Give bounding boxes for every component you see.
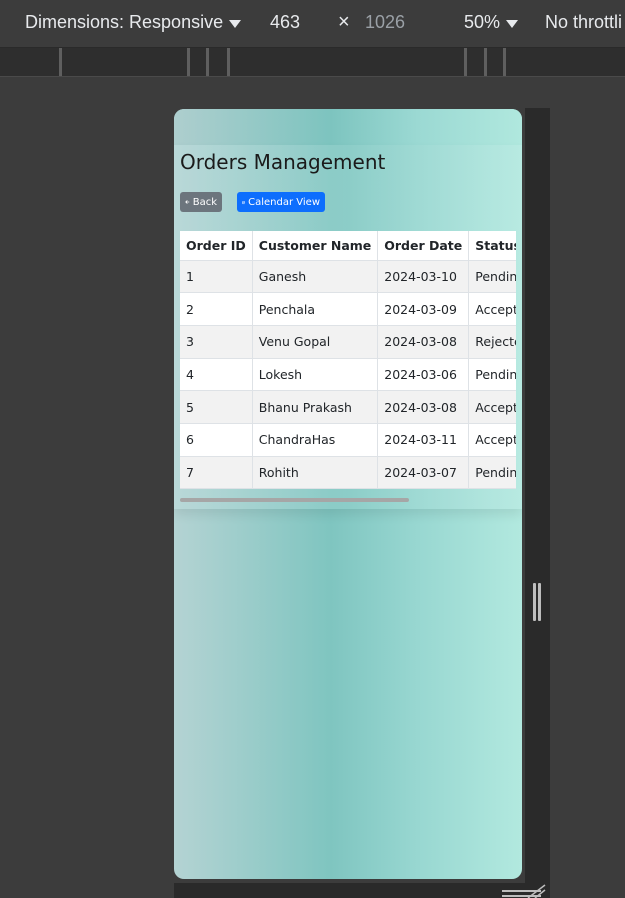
- dimensions-label: Dimensions: Responsive: [25, 12, 224, 32]
- media-query-marker[interactable]: [464, 48, 467, 76]
- cell-customer-name: Lokesh: [252, 358, 379, 392]
- cell-order-date: 2024-03-07: [377, 456, 470, 489]
- cell-status: Accepted: [468, 390, 516, 424]
- orders-table: Order ID Customer Name Order Date Status…: [180, 231, 516, 489]
- table-header-row: Order ID Customer Name Order Date Status: [180, 231, 516, 261]
- cell-status: Rejected: [468, 325, 516, 359]
- cell-order-id: 1: [180, 260, 253, 294]
- media-query-marker[interactable]: [206, 48, 209, 76]
- height-input[interactable]: 1026: [365, 12, 405, 33]
- table-row: 7 Rohith 2024-03-07 Pending: [180, 456, 516, 489]
- cell-status: Accepted: [468, 292, 516, 326]
- resize-corner-icon[interactable]: [524, 883, 546, 898]
- cell-order-id: 4: [180, 358, 253, 392]
- cell-customer-name: Penchala: [252, 292, 379, 326]
- table-row: 4 Lokesh 2024-03-06 Pending: [180, 358, 516, 392]
- header-order-id: Order ID: [180, 231, 253, 261]
- media-query-marker[interactable]: [484, 48, 487, 76]
- cell-customer-name: Bhanu Prakash: [252, 390, 379, 424]
- cell-status: Pending: [468, 358, 516, 392]
- dropdown-arrow-icon: [506, 19, 519, 28]
- cell-order-date: 2024-03-06: [377, 358, 470, 392]
- cell-status: Accepted: [468, 423, 516, 457]
- devtools-device-toolbar: Dimensions: Responsive 463 × 1026 50% No…: [0, 0, 625, 47]
- table-row: 6 ChandraHas 2024-03-11 Accepted: [180, 423, 516, 457]
- zoom-dropdown[interactable]: 50%: [464, 12, 519, 33]
- header-status: Status: [468, 231, 516, 261]
- cell-order-date: 2024-03-08: [377, 325, 470, 359]
- back-button-label: Back: [192, 196, 217, 208]
- dimensions-dropdown[interactable]: Dimensions: Responsive: [25, 12, 242, 33]
- back-button[interactable]: Back: [180, 192, 222, 212]
- cell-customer-name: Ganesh: [252, 260, 379, 294]
- calendar-icon: [242, 200, 246, 204]
- cell-customer-name: ChandraHas: [252, 423, 379, 457]
- device-resize-handle-bottom[interactable]: [174, 883, 550, 898]
- cell-order-date: 2024-03-08: [377, 390, 470, 424]
- table-horizontal-scrollbar[interactable]: [180, 498, 409, 502]
- cell-order-id: 3: [180, 325, 253, 359]
- grip-line: [533, 583, 536, 621]
- header-order-date: Order Date: [377, 231, 470, 261]
- media-query-marker[interactable]: [59, 48, 62, 76]
- cell-order-date: 2024-03-10: [377, 260, 470, 294]
- grip-line: [538, 583, 541, 621]
- dropdown-arrow-icon: [229, 19, 242, 28]
- cell-status: Pending: [468, 456, 516, 489]
- orders-table-container[interactable]: Order ID Customer Name Order Date Status…: [180, 231, 516, 489]
- media-query-marker[interactable]: [503, 48, 506, 76]
- table-row: 3 Venu Gopal 2024-03-08 Rejected: [180, 325, 516, 359]
- table-row: 5 Bhanu Prakash 2024-03-08 Accepted: [180, 390, 516, 424]
- arrow-left-icon: [185, 200, 190, 204]
- calendar-view-label: Calendar View: [248, 196, 320, 208]
- media-query-marker[interactable]: [227, 48, 230, 76]
- media-query-marker[interactable]: [187, 48, 190, 76]
- cell-order-date: 2024-03-11: [377, 423, 470, 457]
- zoom-label: 50%: [464, 12, 501, 32]
- device-viewport: Orders Management Back Calendar View Ord…: [174, 109, 522, 879]
- device-resize-handle-right[interactable]: [525, 108, 550, 883]
- width-input[interactable]: 463: [270, 12, 300, 33]
- cell-order-id: 6: [180, 423, 253, 457]
- table-row: 1 Ganesh 2024-03-10 Pending: [180, 260, 516, 294]
- table-row: 2 Penchala 2024-03-09 Accepted: [180, 292, 516, 326]
- cell-order-id: 5: [180, 390, 253, 424]
- header-customer-name: Customer Name: [252, 231, 379, 261]
- viewport-header-band: [174, 109, 522, 145]
- cell-customer-name: Rohith: [252, 456, 379, 489]
- cell-order-id: 2: [180, 292, 253, 326]
- media-query-ruler: [0, 48, 625, 77]
- cell-status: Pending: [468, 260, 516, 294]
- calendar-view-button[interactable]: Calendar View: [237, 192, 325, 212]
- cell-customer-name: Venu Gopal: [252, 325, 379, 359]
- page-title: Orders Management: [180, 150, 386, 174]
- cell-order-id: 7: [180, 456, 253, 489]
- throttling-dropdown[interactable]: No throttli: [545, 12, 622, 33]
- times-icon: ×: [338, 11, 350, 33]
- cell-order-date: 2024-03-09: [377, 292, 470, 326]
